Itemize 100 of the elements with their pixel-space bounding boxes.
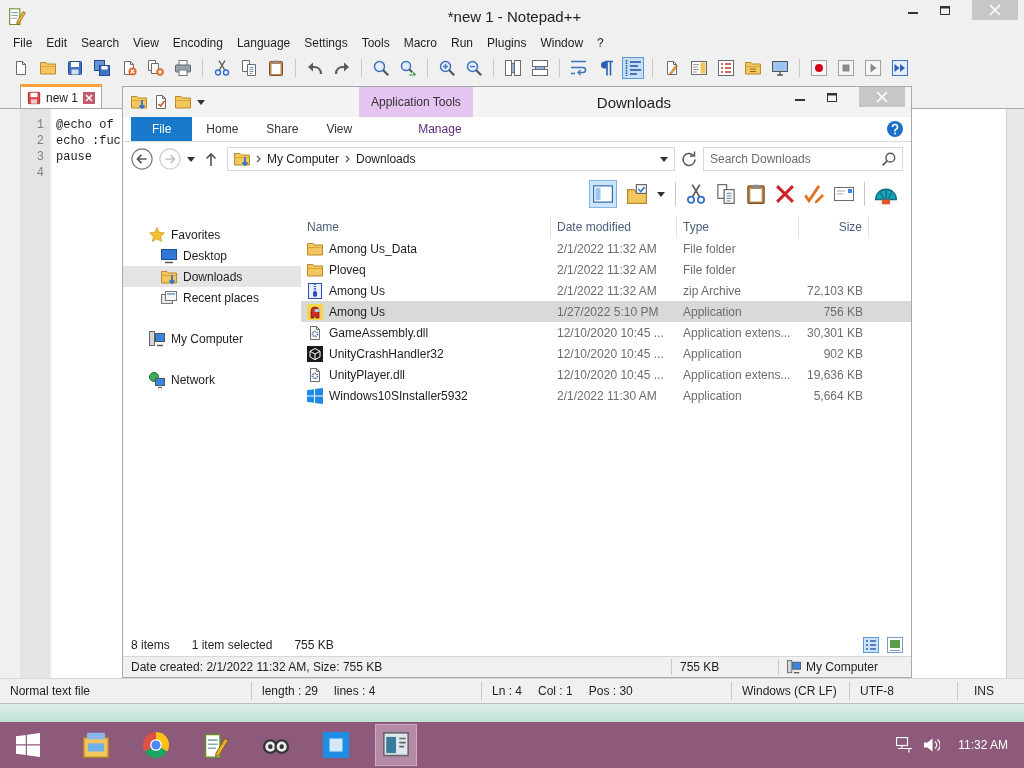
file-row[interactable]: UnityPlayer.dll 12/10/2020 10:45 ... Application extens... 19,636 KB [301,364,911,385]
menu-item[interactable]: Window [533,34,591,52]
up-arrow-icon[interactable] [205,152,217,166]
file-row[interactable]: Ploveq 2/1/2022 11:32 AM File folder [301,259,911,280]
play-icon[interactable] [865,60,881,76]
nav-item[interactable]: Favorites [123,224,301,245]
function-list-icon[interactable] [718,60,734,76]
file-row[interactable]: UnityCrashHandler32 12/10/2020 10:45 ... Application 902 KB [301,343,911,364]
clipboard-icon[interactable] [746,184,766,204]
menu-item[interactable]: Edit [39,34,75,52]
help-icon[interactable] [887,121,903,137]
window-icon[interactable] [375,724,417,766]
indent-guide-icon[interactable] [622,57,644,79]
ribbon-tab[interactable]: Home [192,117,253,141]
document-check-icon[interactable] [153,94,169,110]
folder-check-icon[interactable] [627,184,647,204]
monitor-icon[interactable] [772,60,788,76]
windows-logo-icon[interactable] [16,733,40,757]
delete-x-icon[interactable] [776,185,794,203]
documents-x-icon[interactable] [148,60,164,76]
zoom-out-icon[interactable] [466,60,482,76]
record-icon[interactable] [811,60,827,76]
search-field[interactable]: Search Downloads [703,147,903,171]
ribbon-tab[interactable]: View [312,117,367,141]
document-icon[interactable] [13,60,29,76]
maximize-icon[interactable] [827,92,837,102]
search-replace-icon[interactable] [400,60,416,76]
file-row[interactable]: Among Us_Data 2/1/2022 11:32 AM File folder [301,238,911,259]
menu-item[interactable]: Encoding [165,34,230,52]
folder-icon[interactable] [175,94,191,110]
scissors-icon[interactable] [214,60,230,76]
envelope-icon[interactable] [834,187,854,201]
details-view-icon[interactable] [863,637,879,653]
menu-item[interactable]: Run [444,34,481,52]
column-header[interactable]: Name [301,216,551,238]
file-row[interactable]: Windows10SInstaller5932 2/1/2022 11:30 AM Application 5,664 KB [301,385,911,406]
caret-icon[interactable] [197,99,205,105]
clipboard-icon[interactable] [268,60,284,76]
preview-pane-icon[interactable] [589,180,617,208]
menu-item[interactable]: Macro [396,34,444,52]
column-header[interactable]: Date modified [551,216,677,238]
large-icons-view-icon[interactable] [887,637,903,653]
document-map-icon[interactable] [691,60,707,76]
nav-item[interactable]: Downloads [123,266,301,287]
caret-icon[interactable] [187,156,195,162]
menu-item[interactable]: Plugins [480,34,534,52]
ribbon-tab[interactable]: File [131,117,193,141]
app-tile-icon[interactable] [323,732,349,758]
maximize-icon[interactable] [940,5,950,15]
document-pen-icon[interactable] [664,60,680,76]
clock[interactable]: 11:32 AM [952,738,1014,752]
menu-item[interactable]: View [126,34,166,52]
file-row[interactable]: GameAssembly.dll 12/10/2020 10:45 ... Application extens... 30,301 KB [301,322,911,343]
menu-item[interactable]: Settings [297,34,355,52]
fast-forward-icon[interactable] [892,60,908,76]
notepad-pen-icon[interactable] [203,732,229,758]
folder-tree-icon[interactable] [745,60,761,76]
folder-icon[interactable] [40,60,56,76]
vertical-scrollbar[interactable] [1006,109,1024,678]
nav-item[interactable]: Recent places [123,287,301,308]
nav-item[interactable]: My Computer [123,328,301,349]
menu-item[interactable]: Language [229,34,298,52]
breadcrumb-link[interactable]: Downloads [356,152,416,166]
ribbon-tab[interactable]: Share [252,117,313,141]
floppy-disks-icon[interactable] [94,60,110,76]
scissors-icon[interactable] [686,184,706,204]
network-monitor-icon[interactable] [896,737,913,753]
breadcrumb-link[interactable]: My Computer [267,152,340,166]
nav-item[interactable]: Network [123,369,301,390]
folder-window-icon[interactable] [83,732,109,758]
caret-icon[interactable] [660,156,668,162]
sync-horizontal-icon[interactable] [532,60,548,76]
menu-item[interactable]: Search [74,34,127,52]
pencil-check-icon[interactable] [804,184,824,204]
folder-arrow-icon[interactable] [131,94,147,110]
search-icon[interactable] [373,60,389,76]
redo-arrow-icon[interactable] [334,60,350,76]
document-tab[interactable]: new 1 [20,84,103,108]
zoom-in-icon[interactable] [439,60,455,76]
sync-vertical-icon[interactable] [505,60,521,76]
file-row[interactable]: Among Us 1/27/2022 5:10 PM Application 756 KB [301,301,911,322]
pilcrow-icon[interactable] [598,60,614,76]
column-header[interactable]: Size [799,216,869,238]
menu-item[interactable]: File [6,34,40,52]
nav-item[interactable]: Desktop [123,245,301,266]
undo-arrow-icon[interactable] [307,60,323,76]
stop-icon[interactable] [838,60,854,76]
caret-icon[interactable] [657,191,665,197]
refresh-icon[interactable] [681,151,697,167]
round-logo-icon[interactable] [143,732,169,758]
document-x-icon[interactable] [121,60,137,76]
ribbon-tab[interactable]: Manage [404,117,476,141]
close-icon[interactable] [83,91,96,104]
printer-icon[interactable] [175,60,191,76]
copy-icon[interactable] [716,184,736,204]
menu-item[interactable]: ? [590,34,611,52]
menu-item[interactable]: Tools [354,34,397,52]
column-header[interactable]: Type [677,216,799,238]
word-wrap-icon[interactable] [571,60,587,76]
file-row[interactable]: Among Us 2/1/2022 11:32 AM zip Archive 72,103 KB [301,280,911,301]
